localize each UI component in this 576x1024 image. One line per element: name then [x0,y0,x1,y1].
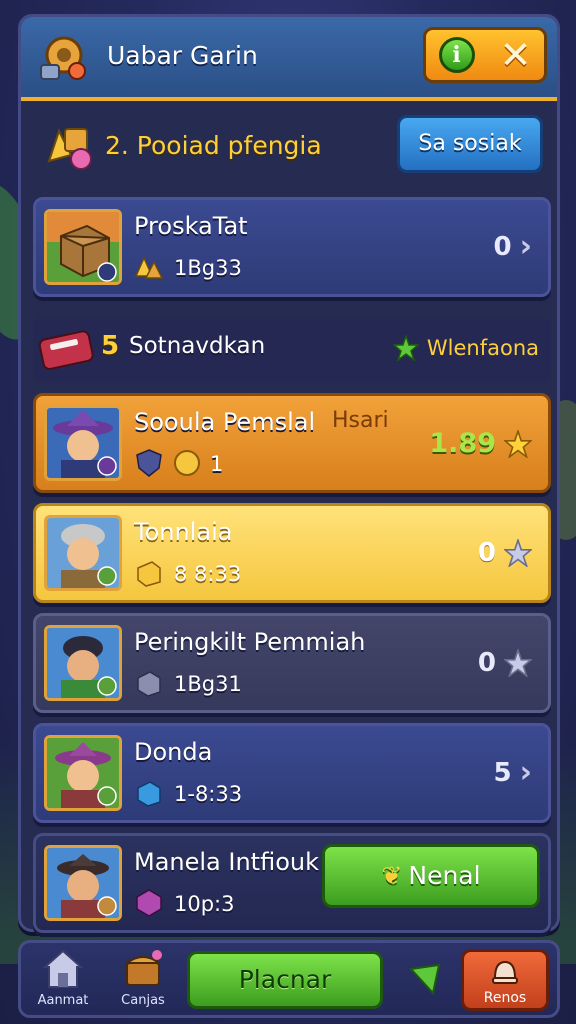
row-trail: 0 [478,648,532,678]
nav-home-label: Aanmat [37,993,89,1008]
gold-block-icon [137,561,161,587]
leaderboard-row[interactable]: Donda 1-8:33 5 › [33,723,551,823]
row-trail: 0 › [493,232,532,263]
crate-avatar [44,209,122,285]
header-actions: i ✕ [423,27,547,83]
ticket-icon [38,330,94,370]
chevron-right-icon[interactable]: › [520,758,532,788]
star-icon [504,539,532,567]
hero-action-button[interactable]: ❦ Nenal [322,844,540,908]
leaderboard-row-highlighted[interactable]: Sooula Pemslal Hsari 1 1.89 [33,393,551,493]
home-icon [42,949,84,988]
hero-action-label: Nenal [408,861,481,890]
nav-home[interactable]: Aanmat [23,947,103,1008]
bottom-nav: Aanmat Canjas Placnar Renos [18,940,560,1018]
nav-rank[interactable]: Renos [461,949,549,1011]
player-avatar [44,625,122,701]
player-tag: Hsari [332,408,389,433]
group-reward-label: Wlenfaona [426,336,539,360]
panel-header: Uabar Garin i ✕ [21,17,557,101]
nav-shop[interactable]: Canjas [103,947,183,1008]
panel-title: Uabar Garin [107,41,258,70]
nav-shop-label: Canjas [121,993,165,1008]
player-score: 10p:3 [174,892,235,916]
leaderboard-row[interactable]: Tonnlaia 8 8:33 0 [33,503,551,603]
player-name: Tonnlaia [134,518,233,546]
nav-rank-label: Renos [483,990,527,1006]
player-avatar [44,845,122,921]
player-score: 1Bg31 [174,672,242,696]
bell-icon [492,960,518,984]
star-icon [392,335,419,361]
leaderboard-panel: Uabar Garin i ✕ 2. Pooiad pfengia Sa sos… [18,14,560,933]
player-name: ProskaTat [134,212,248,240]
treasure-chest-icon [123,950,163,986]
section-header: 2. Pooiad pfengia Sa sosiak [43,115,543,177]
section-title: 2. Pooiad pfengia [105,131,322,160]
gem-cube-icon [137,781,161,807]
group-reward[interactable]: Wlenfaona [392,335,539,361]
gear-icon [40,36,86,80]
wizard-avatar [44,735,122,811]
player-name: Sooula Pemslal [134,408,316,436]
group-title: Sotnavdkan [129,333,266,359]
info-icon[interactable]: i [438,37,475,73]
leaderboard-row[interactable]: ProskaTat 1Bg33 0 › [33,197,551,297]
player-avatar [44,515,122,591]
close-icon[interactable]: ✕ [500,36,532,74]
player-self-row: Manela Intfiouk 10p:3 ❦ Nenal [33,833,551,933]
trophy-icon [47,128,92,170]
row-value: 1.89 [429,428,496,459]
row-trail: 1.89 [429,428,532,459]
player-name: Manela Intfiouk [134,848,320,876]
row-value: 0 [493,232,512,262]
heart-icon[interactable] [405,959,445,999]
row-value: 0 [477,648,496,678]
wizard-avatar [44,405,122,481]
player-score: 1Bg33 [174,256,242,280]
player-name: Peringkilt Pemmiah [134,628,366,656]
row-trail: 0 [478,538,532,568]
chevron-right-icon[interactable]: › [520,232,532,262]
section-action-button[interactable]: Sa sosiak [397,115,543,173]
group-number: 5 [101,331,120,361]
star-icon [504,649,532,677]
player-name: Donda [134,738,213,766]
leaderboard-row[interactable]: Peringkilt Pemmiah 1Bg31 0 [33,613,551,713]
play-button[interactable]: Placnar [187,951,383,1009]
shield-icon [136,449,162,477]
group-row: 5 Sotnavdkan Wlenfaona [33,317,551,383]
player-score: 1-8:33 [174,782,243,806]
player-score: 8 8:33 [174,562,242,586]
player-badge-count: 1 [210,452,224,476]
row-trail: 5 › [493,758,532,789]
leaf-icon: ❦ [381,861,403,890]
row-value: 0 [477,538,496,568]
star-icon [504,429,532,458]
row-value: 5 [493,758,512,788]
gold-bars-icon [134,256,164,279]
gem-icon [136,889,162,917]
cube-icon [137,671,161,697]
coin-icon [174,450,200,476]
